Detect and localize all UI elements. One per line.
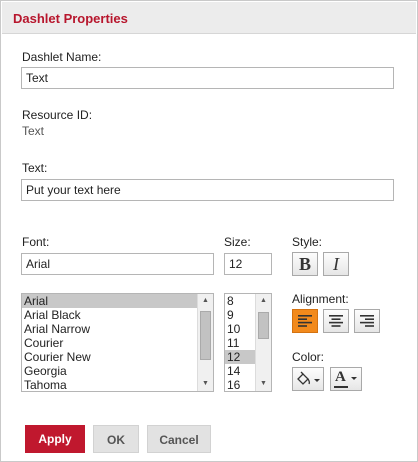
- paint-bucket-icon: [297, 371, 320, 385]
- size-list[interactable]: 8 9 10 11 12 14 16 ▲ ▼: [224, 293, 272, 392]
- align-left-button[interactable]: [292, 309, 318, 333]
- font-option-courier[interactable]: Courier: [22, 336, 213, 350]
- fill-color-button[interactable]: [292, 367, 324, 391]
- color-label: Color:: [292, 350, 325, 364]
- size-input[interactable]: [224, 253, 272, 275]
- apply-button[interactable]: Apply: [25, 425, 85, 453]
- italic-button[interactable]: I: [323, 252, 349, 276]
- dashlet-properties-dialog: Dashlet Properties Dashlet Name: Resourc…: [0, 0, 418, 462]
- scroll-up-icon[interactable]: ▲: [256, 294, 271, 308]
- dashlet-name-label: Dashlet Name:: [22, 50, 102, 64]
- resource-id-value: Text: [22, 124, 45, 138]
- dashlet-name-input[interactable]: [21, 67, 394, 89]
- font-input[interactable]: [21, 253, 214, 275]
- scroll-down-icon[interactable]: ▼: [198, 377, 213, 391]
- text-input[interactable]: [21, 179, 394, 201]
- align-center-button[interactable]: [323, 309, 349, 333]
- font-list-scrollbar[interactable]: ▲ ▼: [197, 294, 213, 391]
- scroll-down-icon[interactable]: ▼: [256, 377, 271, 391]
- text-label: Text:: [22, 161, 48, 175]
- font-option-arial-black[interactable]: Arial Black: [22, 308, 213, 322]
- font-label: Font:: [22, 235, 50, 249]
- font-option-georgia[interactable]: Georgia: [22, 364, 213, 378]
- size-label: Size:: [224, 235, 251, 249]
- bold-button[interactable]: B: [292, 252, 318, 276]
- font-option-arial-narrow[interactable]: Arial Narrow: [22, 322, 213, 336]
- text-color-icon: A: [334, 369, 348, 388]
- align-center-icon: [329, 315, 343, 327]
- font-option-arial[interactable]: Arial: [22, 294, 213, 308]
- text-color-button[interactable]: A: [330, 367, 362, 391]
- font-list[interactable]: Arial Arial Black Arial Narrow Courier C…: [21, 293, 214, 392]
- font-option-tahoma[interactable]: Tahoma: [22, 378, 213, 391]
- size-list-scroll-thumb[interactable]: [258, 312, 269, 339]
- align-right-button[interactable]: [354, 309, 380, 333]
- dialog-header: Dashlet Properties: [2, 2, 416, 34]
- size-list-scrollbar[interactable]: ▲ ▼: [255, 294, 271, 391]
- cancel-button[interactable]: Cancel: [147, 425, 211, 453]
- dialog-title: Dashlet Properties: [13, 11, 128, 26]
- alignment-label: Alignment:: [292, 292, 349, 306]
- scroll-up-icon[interactable]: ▲: [198, 294, 213, 308]
- italic-icon: I: [333, 253, 339, 274]
- resource-id-label: Resource ID:: [22, 108, 93, 122]
- ok-button[interactable]: OK: [93, 425, 139, 453]
- font-list-scroll-thumb[interactable]: [200, 311, 211, 360]
- align-left-icon: [298, 315, 312, 327]
- font-option-courier-new[interactable]: Courier New: [22, 350, 213, 364]
- chevron-down-icon: [351, 377, 357, 380]
- align-right-icon: [360, 315, 374, 327]
- style-label: Style:: [292, 235, 323, 249]
- bold-icon: B: [298, 253, 311, 274]
